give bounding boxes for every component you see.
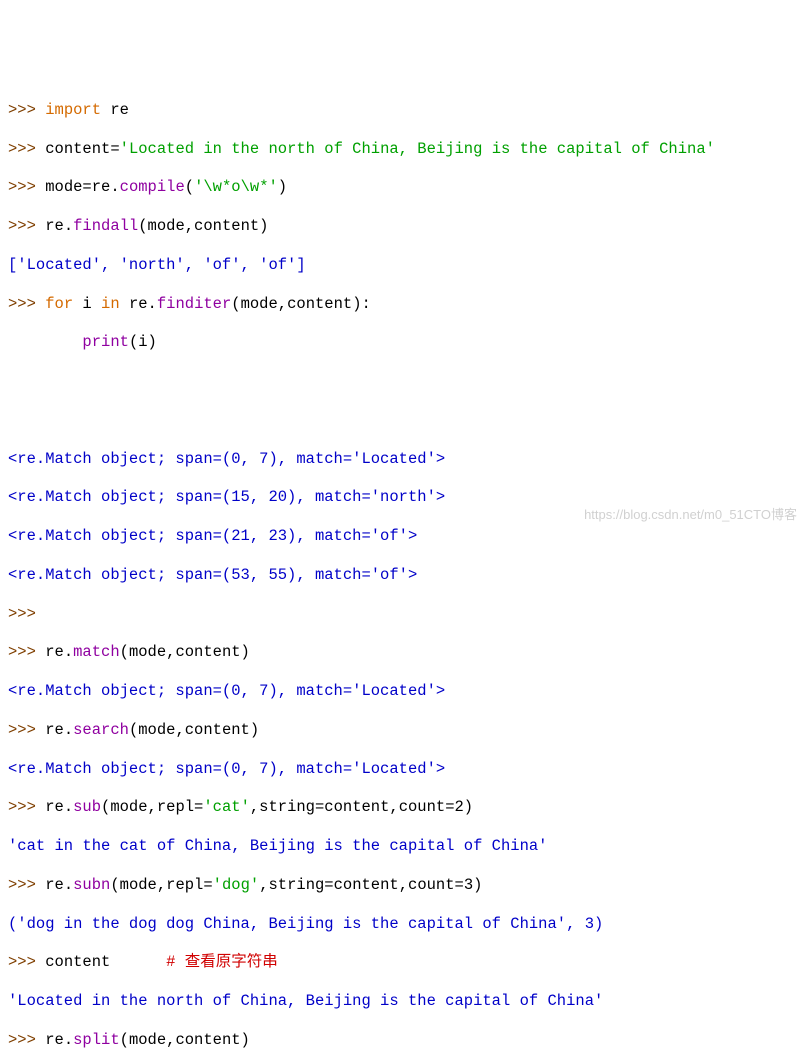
output-line: 'cat in the cat of China, Beijing is the… — [8, 837, 797, 856]
prompt: >>> — [8, 721, 45, 739]
watermark: https://blog.csdn.net/m0_51CTO博客 — [584, 507, 797, 523]
string: '\w*o\w*' — [194, 178, 278, 196]
module: re — [101, 101, 129, 119]
blank-line — [8, 411, 797, 430]
fn-subn: subn — [73, 876, 110, 894]
fn-compile: compile — [120, 178, 185, 196]
result: ('dog in the dog dog China, Beijing is t… — [8, 915, 603, 933]
args: (mode,repl= — [110, 876, 212, 894]
match-obj: <re.Match object; span=(0, 7), match='Lo… — [8, 760, 445, 778]
line: >>> re.match(mode,content) — [8, 643, 797, 662]
result: 'Located in the north of China, Beijing … — [8, 992, 603, 1010]
line: >>> for i in re.finditer(mode,content): — [8, 295, 797, 314]
line: >>> re.findall(mode,content) — [8, 217, 797, 236]
output-line: <re.Match object; span=(0, 7), match='Lo… — [8, 450, 797, 469]
args: (mode,content) — [120, 643, 250, 661]
kw-for: for — [45, 295, 73, 313]
args: (mode,content): — [231, 295, 371, 313]
args: ,string=content,count=2) — [250, 798, 473, 816]
match-obj: <re.Match object; span=(53, 55), match='… — [8, 566, 417, 584]
match-obj: <re.Match object; span=(0, 7), match='Lo… — [8, 682, 445, 700]
fn-findall: findall — [73, 217, 138, 235]
prompt: >>> — [8, 1031, 45, 1049]
prompt: >>> — [8, 798, 45, 816]
shell-output: >>> import re >>> content='Located in th… — [8, 82, 797, 1054]
line: >>> import re — [8, 101, 797, 120]
comment: # 查看原字符串 — [166, 953, 278, 971]
paren: ) — [278, 178, 287, 196]
args: (mode,content) — [138, 217, 268, 235]
match-obj: <re.Match object; span=(21, 23), match='… — [8, 527, 417, 545]
var: i — [73, 295, 101, 313]
prompt: >>> — [8, 217, 45, 235]
prompt: >>> — [8, 178, 45, 196]
output-line: <re.Match object; span=(0, 7), match='Lo… — [8, 760, 797, 779]
assign: mode=re. — [45, 178, 119, 196]
output-line: ['Located', 'north', 'of', 'of'] — [8, 256, 797, 275]
args: (mode,repl= — [101, 798, 203, 816]
paren: ( — [185, 178, 194, 196]
kw-import: import — [45, 101, 101, 119]
mod: re. — [45, 876, 73, 894]
prompt: >>> — [8, 953, 45, 971]
line: print(i) — [8, 333, 797, 352]
args: (i) — [129, 333, 157, 351]
prompt: >>> — [8, 605, 45, 623]
line: >>> re.subn(mode,repl='dog',string=conte… — [8, 876, 797, 895]
mod: re. — [45, 721, 73, 739]
args: (mode,content) — [120, 1031, 250, 1049]
prompt: >>> — [8, 140, 45, 158]
line: >>> mode=re.compile('\w*o\w*') — [8, 178, 797, 197]
line: >>> re.split(mode,content) — [8, 1031, 797, 1050]
output-line: ('dog in the dog dog China, Beijing is t… — [8, 915, 797, 934]
string: 'Located in the north of China, Beijing … — [120, 140, 715, 158]
output-line: <re.Match object; span=(0, 7), match='Lo… — [8, 682, 797, 701]
args: ,string=content,count=3) — [259, 876, 482, 894]
mod: re. — [45, 643, 73, 661]
fn-search: search — [73, 721, 129, 739]
prompt: >>> — [8, 876, 45, 894]
line: >>> re.search(mode,content) — [8, 721, 797, 740]
match-obj: <re.Match object; span=(0, 7), match='Lo… — [8, 450, 445, 468]
mod: re. — [45, 217, 73, 235]
match-obj: <re.Match object; span=(15, 20), match='… — [8, 488, 445, 506]
string: 'dog' — [213, 876, 260, 894]
prompt: >>> — [8, 295, 45, 313]
line: >>> — [8, 605, 797, 624]
line: >>> content # 查看原字符串 — [8, 953, 797, 972]
string: 'cat' — [203, 798, 250, 816]
prompt: >>> — [8, 643, 45, 661]
output-line: <re.Match object; span=(15, 20), match='… — [8, 488, 797, 507]
line: >>> content='Located in the north of Chi… — [8, 140, 797, 159]
output-line: <re.Match object; span=(53, 55), match='… — [8, 566, 797, 585]
mod: re. — [45, 798, 73, 816]
line: >>> re.sub(mode,repl='cat',string=conten… — [8, 798, 797, 817]
kw-in: in — [101, 295, 120, 313]
prompt: >>> — [8, 101, 45, 119]
mod: re. — [120, 295, 157, 313]
indent — [8, 333, 82, 351]
output-line: <re.Match object; span=(21, 23), match='… — [8, 527, 797, 546]
result: 'cat in the cat of China, Beijing is the… — [8, 837, 548, 855]
output-line: 'Located in the north of China, Beijing … — [8, 992, 797, 1011]
fn-split: split — [73, 1031, 120, 1049]
args: (mode,content) — [129, 721, 259, 739]
result: ['Located', 'north', 'of', 'of'] — [8, 256, 306, 274]
fn-sub: sub — [73, 798, 101, 816]
fn-print: print — [82, 333, 129, 351]
fn-finditer: finditer — [157, 295, 231, 313]
assign: content= — [45, 140, 119, 158]
mod: re. — [45, 1031, 73, 1049]
var: content — [45, 953, 166, 971]
blank-line — [8, 372, 797, 391]
fn-match: match — [73, 643, 120, 661]
